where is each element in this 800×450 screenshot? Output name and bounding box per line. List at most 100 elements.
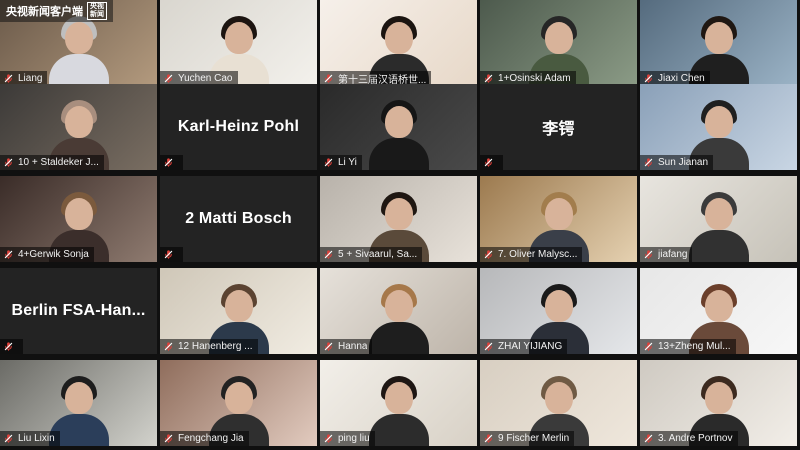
participant-tile[interactable]: Karl-Heinz Pohl [160,84,317,170]
participant-video [367,284,431,354]
mic-muted-icon [164,434,173,443]
participant-label: 5 + Sivaarul, Sa... [320,247,423,262]
participant-tile[interactable]: Liu Lixin [0,360,157,446]
participant-name-card: Karl-Heinz Pohl [177,118,300,135]
participant-label: Sun Jianan [640,155,714,170]
participant-name: ping liu [338,433,370,444]
participant-label: Fengchang Jia [160,431,249,446]
participant-label [160,155,183,170]
mic-muted-icon [164,74,173,83]
participant-label: 9 Fischer Merlin [480,431,575,446]
mic-muted-icon [644,434,653,443]
participant-name-card: 2 Matti Bosch [185,210,292,227]
participant-name: Jiaxi Chen [658,73,705,84]
participant-tile[interactable]: 李锷 [480,84,637,170]
mic-muted-icon [324,74,333,83]
participant-tile[interactable]: Berlin FSA-Han... [0,268,157,354]
mic-muted-icon [324,250,333,259]
watermark-text: 央视新闻客户端 [6,6,83,18]
participant-name: 5 + Sivaarul, Sa... [338,249,418,260]
participant-name: 7. Oliver Malysc... [498,249,578,260]
participant-name: ZHAI YIJIANG [498,341,563,352]
participant-label: 3. Andre Portnov [640,431,738,446]
participant-name-card: 李锷 [542,121,575,138]
participant-name: jiafang [658,249,688,260]
mic-muted-icon [4,250,13,259]
mic-muted-icon [324,342,333,351]
participant-label: 13+Zheng Mul... [640,339,736,354]
participant-name: Li Yi [338,157,357,168]
participant-label: Li Yi [320,155,362,170]
participant-name: 10 + Staldeker J... [18,157,99,168]
participant-label: 4+Gerwik Sonja [0,247,94,262]
participant-label: Hanna [320,339,373,354]
participant-tile[interactable]: Fengchang Jia [160,360,317,446]
participant-label [480,155,503,170]
mic-muted-icon [484,342,493,351]
cctv-news-watermark: 央视新闻客户端 央视新闻 [0,0,113,22]
participant-tile[interactable]: 7. Oliver Malysc... [480,176,637,262]
watermark-badge: 央视新闻 [87,2,107,20]
participant-name: 13+Zheng Mul... [658,341,731,352]
participant-tile[interactable]: 第十三届汉语桥世... [320,0,477,86]
participant-tile[interactable]: Li Yi [320,84,477,170]
participant-label [0,339,23,354]
mic-muted-icon [4,74,13,83]
participant-video [687,192,751,262]
participant-tile[interactable]: Yuchen Cao [160,0,317,86]
participant-tile[interactable]: ping liu [320,360,477,446]
participant-label: ping liu [320,431,375,446]
participant-tile[interactable]: Hanna [320,268,477,354]
participant-name-card: Berlin FSA-Han... [11,302,146,319]
participant-tile[interactable]: 5 + Sivaarul, Sa... [320,176,477,262]
participant-name: Hanna [338,341,368,352]
participant-tile[interactable]: Jiaxi Chen [640,0,797,86]
participant-tile[interactable]: Sun Jianan [640,84,797,170]
participant-label: 12 Hanenberg ... [160,339,258,354]
mic-muted-icon [644,342,653,351]
participant-name: Liu Lixin [18,433,55,444]
participant-tile[interactable]: 4+Gerwik Sonja [0,176,157,262]
participant-video [367,100,431,170]
participant-label: Liu Lixin [0,431,60,446]
participant-label: 7. Oliver Malysc... [480,247,583,262]
mic-muted-icon [164,250,173,259]
mic-muted-icon [4,342,13,351]
mic-muted-icon [644,74,653,83]
participant-label [160,247,183,262]
mic-muted-icon [164,342,173,351]
participant-name: 9 Fischer Merlin [498,433,570,444]
participant-name: Fengchang Jia [178,433,244,444]
mic-muted-icon [484,158,493,167]
participant-tile[interactable]: 1+Osinski Adam [480,0,637,86]
participant-tile[interactable]: 10 + Staldeker J... [0,84,157,170]
mic-muted-icon [4,158,13,167]
participant-tile[interactable]: 3. Andre Portnov [640,360,797,446]
participant-label: jiafang [640,247,693,262]
participant-name: 4+Gerwik Sonja [18,249,89,260]
mic-muted-icon [484,74,493,83]
participant-name: 3. Andre Portnov [658,433,733,444]
video-grid: Liang Yuchen Cao 第十三届汉语桥世... 1+Osinski Adam… [0,0,800,450]
participant-tile[interactable]: 9 Fischer Merlin [480,360,637,446]
participant-tile[interactable]: jiafang [640,176,797,262]
participant-tile[interactable]: 2 Matti Bosch [160,176,317,262]
mic-muted-icon [164,158,173,167]
participant-name: Liang [18,73,43,84]
mic-muted-icon [644,250,653,259]
participant-name: Yuchen Cao [178,73,233,84]
participant-tile[interactable]: 13+Zheng Mul... [640,268,797,354]
mic-muted-icon [644,158,653,167]
participant-tile[interactable]: ZHAI YIJIANG [480,268,637,354]
participant-name: 1+Osinski Adam [498,73,571,84]
mic-muted-icon [4,434,13,443]
participant-video [47,16,111,86]
participant-tile[interactable]: 12 Hanenberg ... [160,268,317,354]
participant-name: Sun Jianan [658,157,709,168]
participant-video [367,376,431,446]
participant-label: ZHAI YIJIANG [480,339,568,354]
mic-muted-icon [324,434,333,443]
mic-muted-icon [484,250,493,259]
mic-muted-icon [484,434,493,443]
mic-muted-icon [324,158,333,167]
